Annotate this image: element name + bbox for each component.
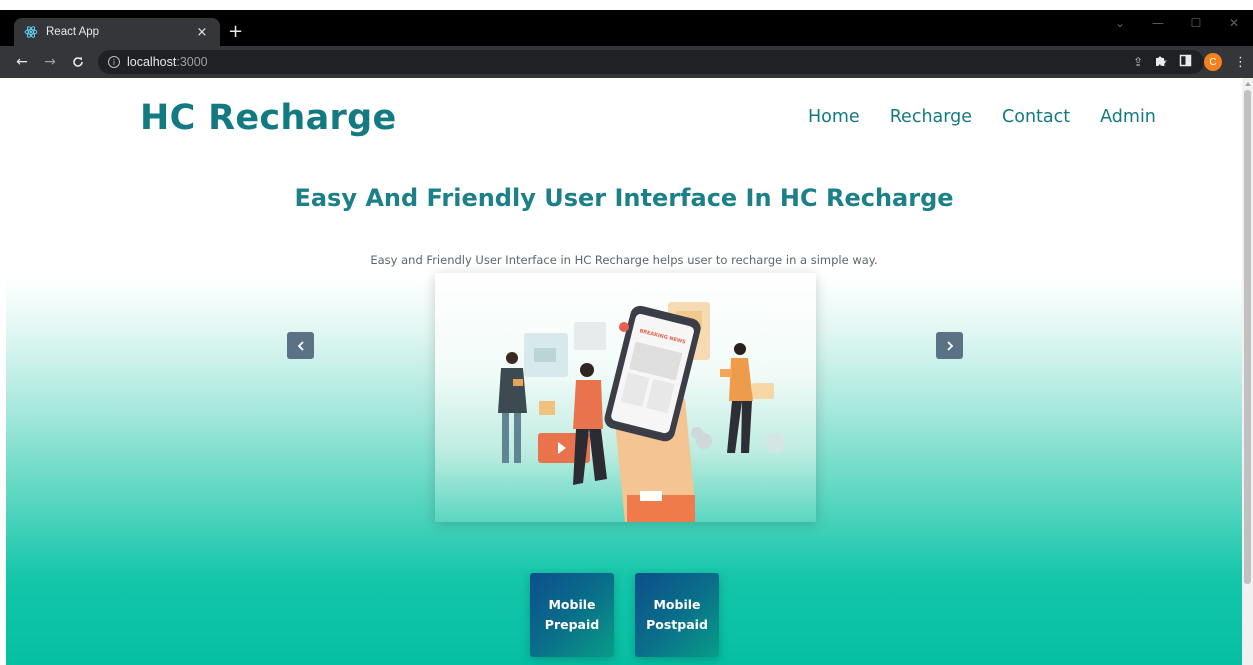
chevron-left-icon	[297, 340, 304, 351]
back-arrow-icon[interactable]: ←	[12, 52, 32, 72]
extensions-puzzle-icon[interactable]	[1154, 54, 1167, 71]
nav-link-home[interactable]: Home	[808, 107, 860, 127]
browser-titlebar: React App × + ⌄ — ☐ ✕	[0, 10, 1253, 46]
browser-tab[interactable]: React App ×	[14, 18, 220, 46]
nav-link-recharge[interactable]: Recharge	[890, 107, 972, 127]
close-window-icon[interactable]: ✕	[1215, 10, 1253, 36]
hero-headline: Easy And Friendly User Interface In HC R…	[294, 184, 954, 212]
hero-subline: Easy and Friendly User Interface in HC R…	[370, 253, 878, 267]
scroll-thumb[interactable]	[1244, 90, 1251, 584]
page-scrollbar[interactable]	[1242, 78, 1253, 665]
maximize-icon[interactable]: ☐	[1177, 10, 1215, 36]
forward-arrow-icon[interactable]: →	[40, 52, 60, 72]
window-controls: ⌄ — ☐ ✕	[1101, 10, 1253, 36]
carousel-slide: BREAKING NEWS	[435, 273, 816, 522]
share-icon[interactable]: ⇪	[1133, 55, 1143, 69]
mobile-postpaid-label: Mobile Postpaid	[646, 595, 708, 635]
url-port: :3000	[176, 55, 208, 69]
mobile-prepaid-line2: Prepaid	[544, 617, 600, 632]
address-bar[interactable]: i localhost :3000 ⇪ ☆	[98, 50, 1204, 74]
browser-toolbar: ← → i localhost :3000 ⇪ ☆ C ⋮	[0, 46, 1253, 78]
nav-link-contact[interactable]: Contact	[1002, 107, 1070, 127]
mobile-postpaid-button[interactable]: Mobile Postpaid	[635, 573, 719, 657]
tab-search-icon[interactable]: ⌄	[1101, 10, 1139, 36]
react-favicon-icon	[24, 25, 38, 39]
site-nav: Home Recharge Contact Admin	[808, 107, 1186, 127]
url-host: localhost	[127, 55, 177, 69]
scroll-up-arrow-icon[interactable]	[1245, 82, 1251, 86]
mobile-prepaid-label: Mobile Prepaid	[545, 595, 599, 635]
site-info-icon[interactable]: i	[108, 56, 120, 68]
carousel-prev-button[interactable]	[287, 332, 314, 359]
toolbar-actions: C ⋮	[1154, 50, 1247, 74]
carousel-next-button[interactable]	[936, 332, 963, 359]
mobile-postpaid-line2: Postpaid	[646, 617, 708, 632]
mobile-prepaid-line1: Mobile	[548, 597, 596, 612]
chevron-right-icon	[946, 340, 953, 351]
new-tab-button[interactable]: +	[228, 23, 243, 41]
page-viewport: HC Recharge Home Recharge Contact Admin …	[6, 78, 1242, 665]
profile-avatar[interactable]: C	[1204, 53, 1222, 71]
browser-window: React App × + ⌄ — ☐ ✕ ← → i localhost :3…	[0, 0, 1253, 665]
mobile-prepaid-button[interactable]: Mobile Prepaid	[530, 573, 614, 657]
minimize-icon[interactable]: —	[1139, 10, 1177, 36]
nav-link-admin[interactable]: Admin	[1100, 107, 1156, 127]
site-brand-logo[interactable]: HC Recharge	[140, 98, 397, 138]
tab-close-icon[interactable]: ×	[194, 25, 210, 40]
mobile-postpaid-line1: Mobile	[653, 597, 701, 612]
side-panel-icon[interactable]	[1179, 54, 1192, 71]
tab-title: React App	[46, 26, 100, 38]
reload-icon[interactable]	[68, 52, 88, 72]
menu-kebab-icon[interactable]: ⋮	[1234, 55, 1247, 70]
news-people-illustration: BREAKING NEWS	[498, 302, 785, 522]
